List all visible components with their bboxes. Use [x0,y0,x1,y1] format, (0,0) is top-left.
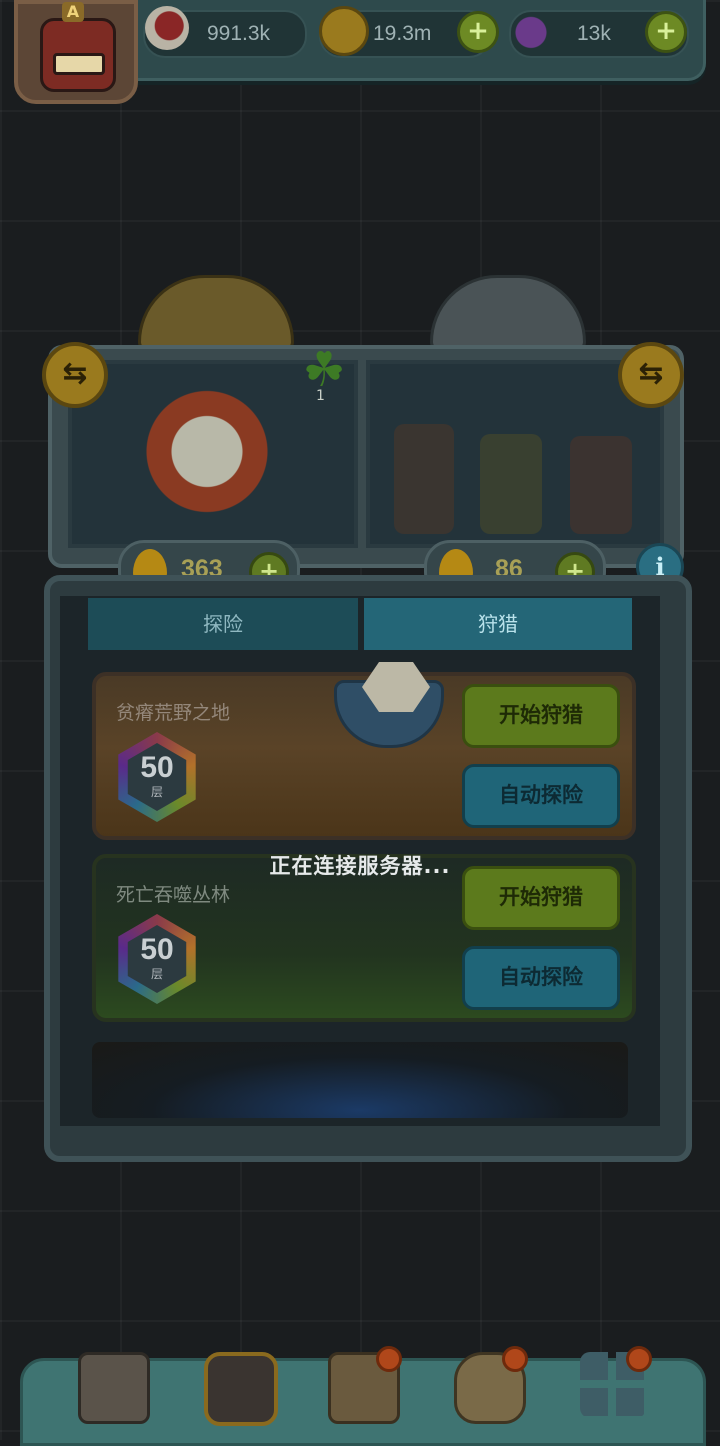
gold-coin-icon [319,6,369,56]
notification-dot [502,1346,528,1372]
avatar-face [40,18,116,92]
shop-icon [78,1352,150,1424]
notification-dot [626,1346,652,1372]
stage-name: 贫瘠荒野之地 [116,702,231,724]
tab-hunt[interactable]: 狩猎 [364,598,632,650]
potion-value: 13k [577,22,611,45]
minion-character [480,434,542,534]
add-gold-button[interactable]: + [457,11,499,53]
swap-right-button[interactable]: ⇆ [618,342,684,408]
floor-number: 50 [140,933,174,966]
potion-icon [509,6,553,50]
notification-dot [376,1346,402,1372]
floor-unit: 层 [150,785,163,799]
gold-value: 19.3m [373,22,432,45]
portal-area [92,1042,628,1118]
monster-icon [204,1352,278,1426]
swap-left-button[interactable]: ⇆ [42,342,108,408]
eyeball-value: 991.3k [207,22,271,45]
floor-number: 50 [140,751,174,784]
tab-explore[interactable]: 探险 [88,598,358,650]
player-avatar[interactable]: A [14,0,138,104]
right-character-slot[interactable] [366,360,664,548]
stage-name: 死亡吞噬丛林 [116,884,231,906]
rank-badge: A [62,2,84,22]
add-potion-button[interactable]: + [645,11,687,53]
minion-character [570,436,632,534]
minion-character [394,424,454,534]
auto-explore-button[interactable]: 自动探险 [462,764,620,828]
lion-dance-character [132,384,282,534]
auto-explore-button[interactable]: 自动探险 [462,946,620,1010]
loading-message: 正在连接服务器... [269,854,451,878]
floor-badge: 50 层 [118,914,196,1004]
nav-monster[interactable] [196,1340,278,1426]
start-hunt-button[interactable]: 开始狩猎 [462,684,620,748]
resource-bar: 991.3k 19.3m + 13k + [120,0,706,81]
eyeball-icon [145,6,189,50]
nav-shop[interactable] [70,1340,152,1426]
floor-badge: 50 层 [118,732,196,822]
floor-unit: 层 [150,967,163,981]
clover-count: 1 [316,388,325,404]
